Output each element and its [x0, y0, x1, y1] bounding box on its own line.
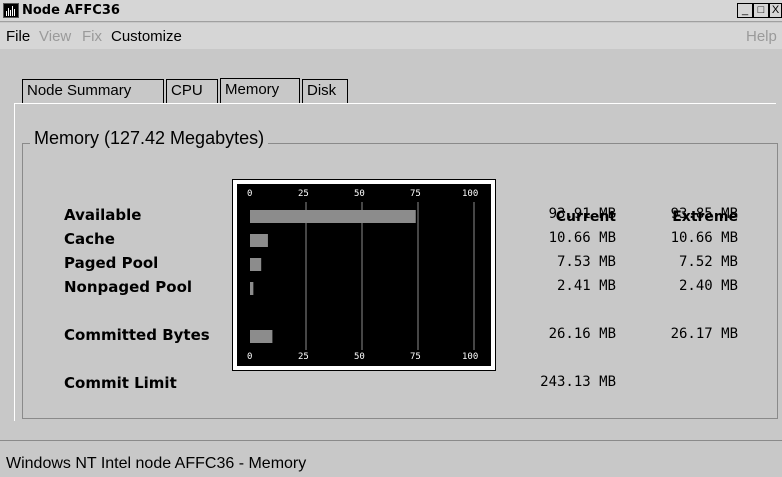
- value-nonpaged-pool-extreme: 2.40 MB: [678, 278, 738, 294]
- window-title: Node AFFC36: [22, 3, 120, 18]
- tick-label-top-50: 50: [354, 189, 365, 199]
- menu-view[interactable]: View: [39, 28, 71, 45]
- bar-cache: [250, 234, 268, 247]
- group-title: Memory (127.42 Megabytes): [30, 128, 269, 149]
- status-separator: [0, 440, 782, 441]
- tab-disk[interactable]: Disk: [302, 79, 348, 103]
- tick-label-top-75: 75: [410, 189, 421, 199]
- tick-label-bottom-0: 0: [247, 352, 252, 362]
- row-label-cache: Cache: [64, 230, 115, 248]
- row-label-nonpaged-pool: Nonpaged Pool: [64, 278, 193, 296]
- menu-customize[interactable]: Customize: [111, 28, 182, 45]
- value-nonpaged-pool-current: 2.41 MB: [556, 278, 616, 294]
- maximize-button[interactable]: □: [753, 3, 769, 18]
- status-text: Windows NT Intel node AFFC36 - Memory: [6, 455, 307, 472]
- row-label-available: Available: [64, 206, 142, 224]
- menu-file[interactable]: File: [6, 28, 30, 45]
- value-available-extreme: 93.85 MB: [670, 206, 738, 222]
- bar-paged-pool: [250, 258, 262, 271]
- bar-available: [250, 210, 416, 223]
- value-paged-pool-current: 7.53 MB: [556, 254, 616, 270]
- bar-committed-bytes: [250, 330, 273, 343]
- value-available-current: 93.91 MB: [548, 206, 616, 222]
- close-button[interactable]: X: [769, 3, 782, 18]
- menu-bar: File View Fix Customize Help: [0, 23, 782, 49]
- value-commit-limit-current: 243.13 MB: [540, 374, 616, 390]
- tab-node-summary[interactable]: Node Summary: [22, 79, 164, 103]
- app-chart-icon: [3, 3, 19, 18]
- chart-svg: 0 0 25 25 50 50 75 75 100 100: [247, 189, 478, 362]
- title-bar: Node AFFC36 _ □ X: [0, 0, 782, 22]
- value-paged-pool-extreme: 7.52 MB: [678, 254, 738, 270]
- tick-label-bottom-75: 75: [410, 352, 421, 362]
- tick-label-top-100: 100: [462, 189, 478, 199]
- row-label-paged-pool: Paged Pool: [64, 254, 159, 272]
- menu-help[interactable]: Help: [746, 28, 777, 45]
- tick-label-bottom-25: 25: [298, 352, 309, 362]
- chart-plot-area: 0 0 25 25 50 50 75 75 100 100: [237, 184, 491, 366]
- value-cache-current: 10.66 MB: [548, 230, 616, 246]
- memory-bar-chart: 0 0 25 25 50 50 75 75 100 100: [232, 179, 496, 371]
- tab-cpu[interactable]: CPU: [166, 79, 218, 103]
- tick-label-bottom-100: 100: [462, 352, 478, 362]
- tab-memory[interactable]: Memory: [220, 78, 300, 104]
- tick-label-top-0: 0: [247, 189, 252, 199]
- row-label-commit-limit: Commit Limit: [64, 374, 177, 392]
- tick-label-bottom-50: 50: [354, 352, 365, 362]
- row-label-committed-bytes: Committed Bytes: [64, 326, 210, 344]
- value-committed-bytes-extreme: 26.17 MB: [670, 326, 738, 342]
- bar-nonpaged-pool: [250, 282, 254, 295]
- tick-label-top-25: 25: [298, 189, 309, 199]
- value-cache-extreme: 10.66 MB: [670, 230, 738, 246]
- menu-fix[interactable]: Fix: [82, 28, 102, 45]
- value-committed-bytes-current: 26.16 MB: [548, 326, 616, 342]
- minimize-button[interactable]: _: [737, 3, 753, 18]
